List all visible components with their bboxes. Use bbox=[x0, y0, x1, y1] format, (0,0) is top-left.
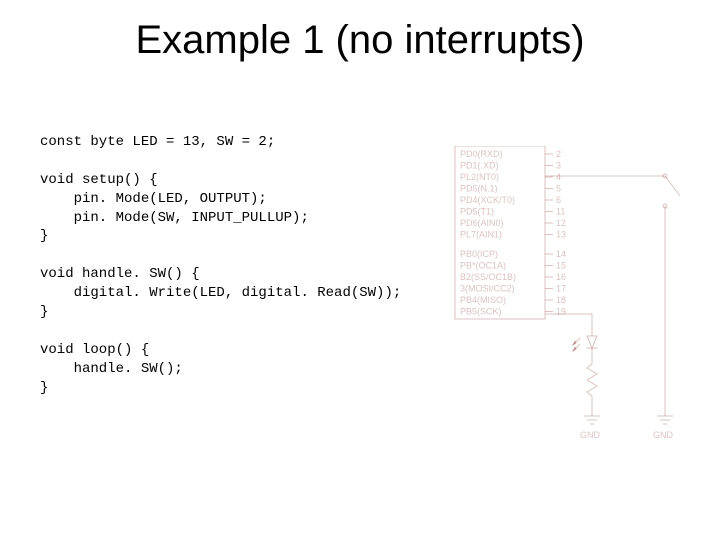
pin-label: PD0(RXD) bbox=[460, 149, 503, 159]
pin-number: 15 bbox=[556, 261, 566, 271]
gnd-label-left: GND bbox=[580, 430, 601, 440]
schematic-diagram: PD0(RXD) 2 PD1(.XD) 3 PL2(NT0) 4 PD5(N.1) 5 PD4(… bbox=[450, 146, 700, 466]
pin-number: 18 bbox=[556, 295, 566, 305]
pin-number: 5 bbox=[556, 184, 561, 194]
pin-number: 4 bbox=[556, 172, 561, 182]
pin-label: PD5(T1) bbox=[460, 207, 494, 217]
pin-label: B2(SS/OC1B) bbox=[460, 272, 516, 282]
pin-number: 6 bbox=[556, 195, 561, 205]
code-block: const byte LED = 13, SW = 2; void setup(… bbox=[40, 133, 401, 397]
pin-number: 12 bbox=[556, 218, 566, 228]
pin-label: PD4(XCK/T0) bbox=[460, 195, 515, 205]
pin-number: 11 bbox=[556, 207, 565, 217]
pin-label: 3(MOSI/CC2) bbox=[460, 284, 515, 294]
pin-label: PD5(N.1) bbox=[460, 184, 498, 194]
pin-label: PL7(AIN1) bbox=[460, 230, 502, 240]
slide-title: Example 1 (no interrupts) bbox=[0, 18, 720, 63]
pin-number: 3 bbox=[556, 161, 561, 171]
gnd-label-right: GND bbox=[653, 430, 674, 440]
pin-label: PB*(OC1A) bbox=[460, 261, 506, 271]
pin-label: PL2(NT0) bbox=[460, 172, 499, 182]
pin-label: PD6(AIN0) bbox=[460, 218, 504, 228]
pin-label: PB4(MISO) bbox=[460, 295, 506, 305]
pin-number: 17 bbox=[556, 284, 566, 294]
pin-number: 16 bbox=[556, 272, 566, 282]
pin-label: PB0(ICP) bbox=[460, 249, 498, 259]
pin-number: 13 bbox=[556, 230, 566, 240]
pin-number: 19 bbox=[556, 307, 566, 317]
pin-label: PD1(.XD) bbox=[460, 161, 499, 171]
pin-number: 2 bbox=[556, 149, 561, 159]
pin-label: PB5(SCK) bbox=[460, 307, 502, 317]
pin-number: 14 bbox=[556, 249, 566, 259]
